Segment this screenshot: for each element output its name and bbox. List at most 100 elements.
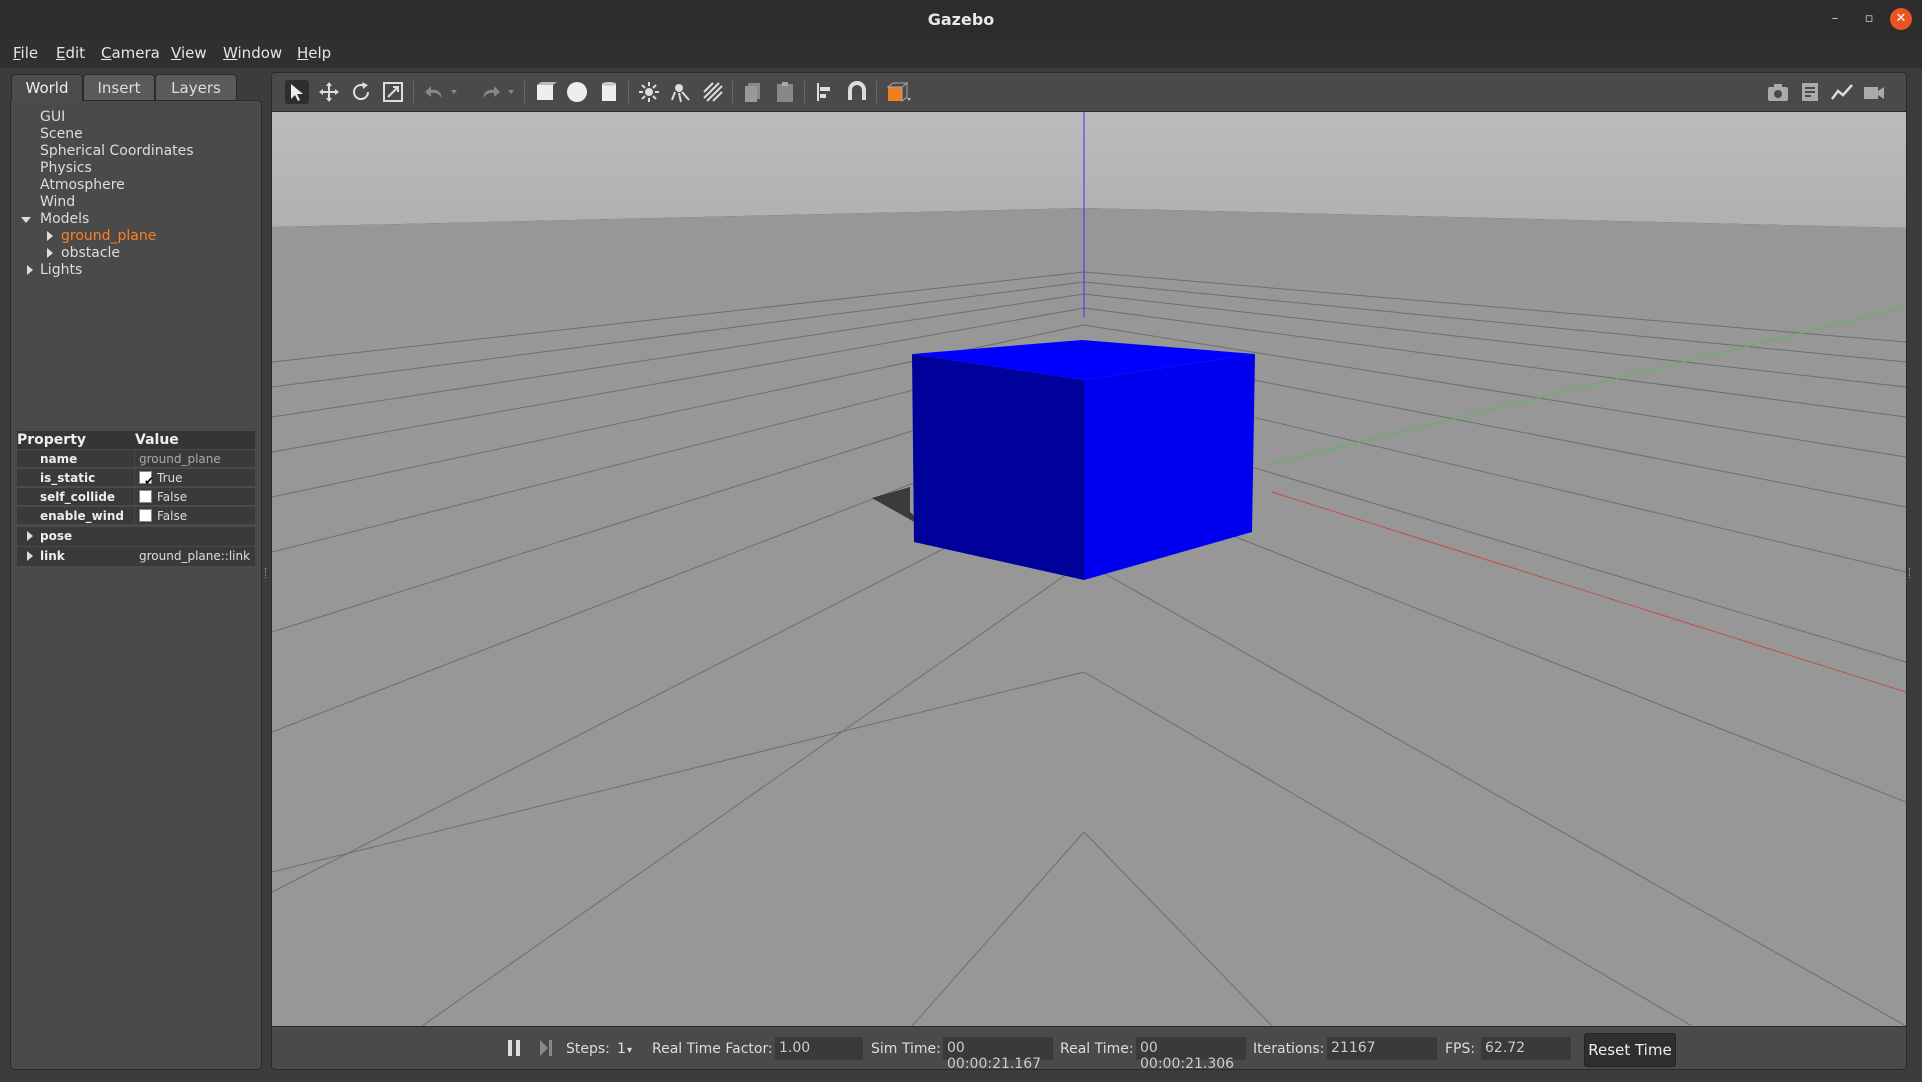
step-icon[interactable]	[538, 1039, 554, 1057]
select-mode-icon[interactable]	[285, 80, 309, 104]
title-bar: Gazebo – ▫ ✕	[0, 0, 1922, 40]
property-row-is-static: is_static ✔ True	[17, 469, 255, 488]
tree-item-wind[interactable]: Wind	[40, 194, 75, 211]
pause-icon[interactable]	[506, 1039, 522, 1057]
record-video-icon[interactable]	[1862, 80, 1886, 104]
property-name-value: ground_plane	[139, 452, 221, 466]
world-panel: GUI Scene Spherical Coordinates Physics …	[10, 100, 262, 1070]
self-collide-checkbox[interactable]	[139, 490, 152, 503]
left-panel: World Insert Layers GUI Scene Spherical …	[10, 74, 262, 1070]
property-row-pose[interactable]: pose	[17, 527, 255, 546]
menu-window[interactable]: Window	[223, 44, 282, 62]
paste-icon[interactable]	[773, 80, 797, 104]
iterations-label: Iterations:	[1253, 1041, 1325, 1057]
tree-item-atmosphere[interactable]: Atmosphere	[40, 177, 125, 194]
window-title: Gazebo	[927, 10, 995, 29]
redo-history-chevron-down-icon[interactable]	[505, 80, 517, 104]
property-is-static-value: True	[157, 471, 183, 485]
right-panel-resize-handle[interactable]	[1909, 568, 1912, 578]
property-column-header: Property	[17, 432, 87, 448]
close-icon[interactable]: ✕	[1890, 8, 1912, 30]
real-time-label: Real Time:	[1060, 1041, 1134, 1057]
steps-chevron-down-icon[interactable]: ▾	[627, 1045, 632, 1056]
steps-value[interactable]: 1	[617, 1041, 626, 1057]
menu-bar: File Edit Camera View Window Help	[0, 40, 1922, 68]
property-self-collide-value: False	[157, 490, 188, 504]
tree-item-scene[interactable]: Scene	[40, 126, 83, 143]
expand-pose-icon[interactable]	[27, 531, 33, 541]
status-bar: Steps: 1 ▾ Real Time Factor: 1.00 Sim Ti…	[272, 1026, 1906, 1070]
property-link-value: ground_plane::link	[139, 549, 251, 563]
expand-models-icon[interactable]	[21, 217, 31, 223]
enable-wind-checkbox[interactable]	[139, 509, 152, 522]
sim-time-label: Sim Time:	[871, 1041, 941, 1057]
menu-edit[interactable]: Edit	[56, 44, 85, 62]
cylinder-icon[interactable]	[597, 80, 621, 104]
tree-item-spherical-coordinates[interactable]: Spherical Coordinates	[40, 143, 194, 160]
menu-view[interactable]: View	[171, 44, 207, 62]
expand-lights-icon[interactable]	[27, 265, 33, 275]
tab-layers[interactable]: Layers	[155, 74, 237, 101]
expand-obstacle-icon[interactable]	[47, 248, 53, 258]
menu-file[interactable]: File	[13, 44, 38, 62]
scale-mode-icon[interactable]	[381, 80, 405, 104]
tree-item-gui[interactable]: GUI	[40, 109, 65, 126]
sim-time-field: 00 00:00:21.167	[943, 1037, 1053, 1069]
undo-history-chevron-down-icon[interactable]	[448, 80, 460, 104]
property-is-static-label: is_static	[40, 471, 96, 485]
property-row-link[interactable]: link ground_plane::link	[17, 547, 255, 566]
menu-camera[interactable]: Camera	[101, 44, 160, 62]
real-time-value: 00 00:00:21.306	[1140, 1040, 1235, 1070]
menu-help[interactable]: Help	[297, 44, 331, 62]
log-icon[interactable]	[1798, 80, 1822, 104]
spot-light-icon[interactable]	[669, 80, 693, 104]
3d-scene-view[interactable]	[272, 112, 1906, 1027]
obstacle-box[interactable]	[912, 340, 1255, 580]
view-angle-icon[interactable]	[885, 80, 911, 104]
property-self-collide-label: self_collide	[40, 490, 116, 504]
minimize-icon[interactable]: –	[1824, 8, 1846, 30]
copy-icon[interactable]	[741, 80, 765, 104]
screenshot-icon[interactable]	[1766, 80, 1790, 104]
fps-field: 62.72	[1481, 1037, 1571, 1060]
sim-time-value: 00 00:00:21.167	[947, 1040, 1042, 1070]
tab-world[interactable]: World	[11, 74, 83, 101]
expand-link-icon[interactable]	[27, 551, 33, 561]
property-header: Property Value	[17, 431, 255, 449]
point-light-icon[interactable]	[637, 80, 661, 104]
translate-mode-icon[interactable]	[317, 80, 341, 104]
ground-plane	[272, 208, 1906, 1026]
fps-value: 62.72	[1485, 1040, 1526, 1056]
sphere-icon[interactable]	[565, 80, 589, 104]
property-enable-wind-value: False	[157, 509, 188, 523]
snap-icon[interactable]	[845, 80, 869, 104]
toolbar	[272, 73, 1906, 112]
align-icon[interactable]	[813, 80, 837, 104]
undo-icon[interactable]	[422, 80, 446, 104]
is-static-checkbox[interactable]: ✔	[139, 471, 154, 488]
tree-item-lights[interactable]: Lights	[40, 262, 82, 279]
expand-ground-plane-icon[interactable]	[47, 231, 53, 241]
property-pose-label: pose	[40, 529, 73, 543]
rotate-mode-icon[interactable]	[349, 80, 373, 104]
left-panel-resize-handle[interactable]	[265, 568, 268, 578]
directional-light-icon[interactable]	[701, 80, 725, 104]
real-time-factor-label: Real Time Factor:	[652, 1041, 773, 1057]
property-name-label: name	[40, 452, 78, 466]
redo-icon[interactable]	[479, 80, 503, 104]
steps-label: Steps:	[566, 1041, 610, 1057]
property-row-self-collide: self_collide False	[17, 488, 255, 506]
reset-time-button[interactable]: Reset Time	[1584, 1033, 1676, 1067]
plot-icon[interactable]	[1830, 80, 1854, 104]
tree-item-models[interactable]: Models	[40, 211, 89, 228]
tree-item-ground-plane[interactable]: ground_plane	[61, 228, 156, 245]
real-time-factor-value: 1.00	[779, 1040, 811, 1056]
property-enable-wind-label: enable_wind	[40, 509, 124, 523]
maximize-icon[interactable]: ▫	[1858, 8, 1880, 30]
value-column-header: Value	[135, 432, 179, 448]
box-icon[interactable]	[533, 80, 557, 104]
iterations-value: 21167	[1331, 1040, 1376, 1056]
tree-item-physics[interactable]: Physics	[40, 160, 92, 177]
tab-insert[interactable]: Insert	[83, 74, 155, 101]
tree-item-obstacle[interactable]: obstacle	[61, 245, 120, 262]
